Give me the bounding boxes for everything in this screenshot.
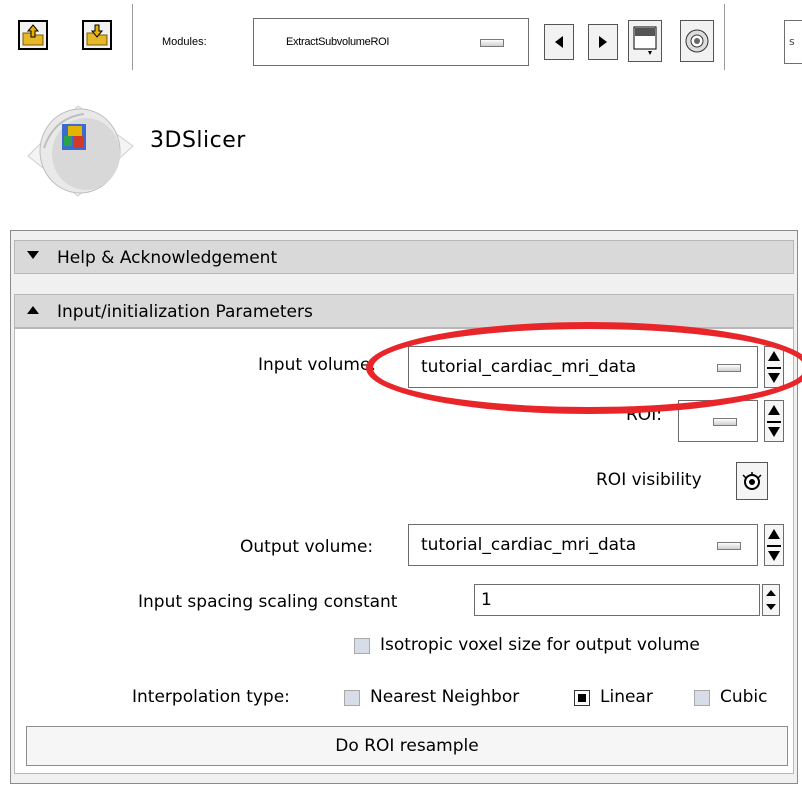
interpolation-type-label: Interpolation type:	[132, 687, 290, 707]
help-acknowledgement-header[interactable]: Help & Acknowledgement	[14, 240, 794, 274]
save-scene-button[interactable]	[82, 20, 112, 50]
roi-visibility-label: ROI visibility	[596, 470, 702, 490]
input-parameters-title: Input/initialization Parameters	[57, 302, 313, 322]
expand-arrow-icon	[27, 306, 39, 314]
stepper-arrows-icon	[766, 590, 776, 610]
roi-visibility-button[interactable]	[736, 462, 768, 500]
modules-dropdown-value: ExtractSubvolumeROI	[286, 36, 390, 48]
interpolation-nearest-radio[interactable]	[344, 690, 360, 706]
slicer-logo-icon	[27, 105, 134, 197]
module-search-input[interactable]: s	[784, 20, 802, 64]
app-name: 3DSlicer	[150, 128, 246, 153]
toolbar: Modules: ExtractSubvolumeROI s	[0, 0, 802, 82]
roi-label: ROI:	[626, 405, 662, 425]
arrow-right-icon	[599, 36, 607, 48]
dropdown-handle-icon	[717, 364, 741, 372]
interpolation-linear-label: Linear	[600, 687, 653, 707]
roi-spinner[interactable]	[764, 400, 784, 442]
interpolation-cubic-radio[interactable]	[694, 690, 710, 706]
module-history-button[interactable]	[628, 20, 662, 62]
dropdown-handle-icon	[480, 39, 504, 47]
arrow-up-icon	[768, 529, 780, 539]
spacing-scaling-input[interactable]: 1	[474, 584, 760, 616]
input-volume-spinner[interactable]	[764, 346, 784, 388]
roi-select[interactable]	[678, 400, 758, 442]
arrow-down-icon	[768, 427, 780, 437]
next-module-button[interactable]	[588, 24, 618, 60]
do-roi-resample-button[interactable]: Do ROI resample	[26, 726, 788, 766]
interpolation-linear-radio[interactable]	[574, 690, 590, 706]
eye-icon	[742, 472, 762, 490]
isotropic-label: Isotropic voxel size for output volume	[380, 635, 700, 655]
arrow-left-icon	[555, 36, 563, 48]
input-parameters-header[interactable]: Input/initialization Parameters	[14, 294, 794, 328]
interpolation-cubic-label: Cubic	[720, 687, 768, 707]
input-volume-select[interactable]: tutorial_cardiac_mri_data	[408, 346, 758, 388]
arrow-down-icon	[768, 373, 780, 383]
arrow-down-icon	[768, 551, 780, 561]
output-volume-spinner[interactable]	[764, 524, 784, 566]
previous-module-button[interactable]	[544, 24, 574, 60]
arrow-up-icon	[768, 351, 780, 361]
dropdown-handle-icon	[717, 542, 741, 550]
dropdown-handle-icon	[713, 418, 737, 426]
input-volume-label: Input volume:	[258, 355, 377, 375]
modules-label: Modules:	[162, 36, 207, 48]
load-scene-button[interactable]	[18, 20, 48, 50]
output-volume-label: Output volume:	[240, 537, 374, 557]
isotropic-checkbox[interactable]	[354, 638, 370, 654]
history-menu-icon	[633, 26, 657, 55]
arrow-up-icon	[768, 405, 780, 415]
folder-down-icon	[86, 24, 108, 46]
spacing-scaling-label: Input spacing scaling constant	[138, 592, 398, 612]
gear-icon	[685, 29, 709, 53]
help-acknowledgement-title: Help & Acknowledgement	[57, 248, 278, 268]
spacing-stepper[interactable]	[762, 584, 780, 616]
modules-dropdown[interactable]: ExtractSubvolumeROI	[253, 18, 529, 66]
folder-up-icon	[22, 24, 44, 46]
module-settings-button[interactable]	[680, 20, 714, 62]
collapse-arrow-icon	[27, 251, 39, 259]
interpolation-nearest-label: Nearest Neighbor	[370, 687, 520, 707]
output-volume-select[interactable]: tutorial_cardiac_mri_data	[408, 524, 758, 566]
